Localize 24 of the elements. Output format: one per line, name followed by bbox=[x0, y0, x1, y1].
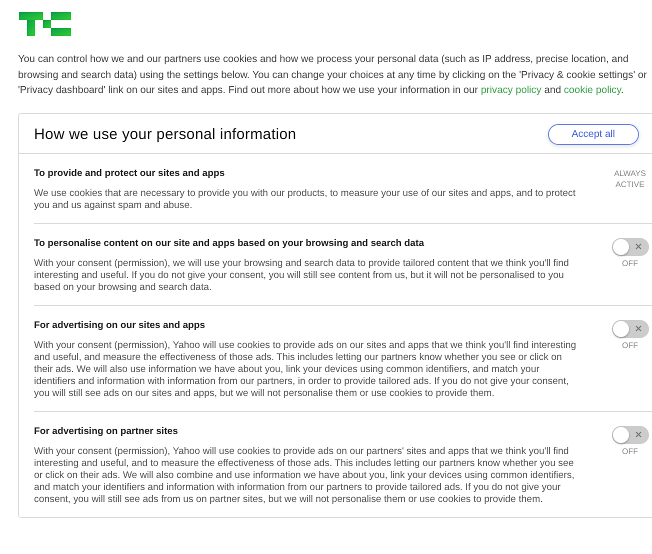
toggle-switch[interactable] bbox=[612, 320, 648, 338]
section-description: With your consent (permission), Yahoo will use cookies to provide ads on our partners' sites and apps that we think you'll find interesting and useful, and to measure the effectiveness of those ads. This includes letting our partners know whether you see or click on their ads. We will also combine and use information we have about you, link your devices using common identifiers, and match your identifiers and information with information from our partners to provide tailored ads. If you do not give your consent, you will still see ads from us on partner sites, but we will not personalise them or use cookies to provide them. bbox=[34, 446, 576, 506]
cross-icon bbox=[634, 324, 642, 332]
status-label: OFF bbox=[622, 258, 638, 268]
policy-link[interactable]: privacy policy bbox=[480, 85, 542, 96]
status-label: ALWAYS ACTIVE bbox=[613, 168, 647, 190]
cross-icon bbox=[634, 430, 642, 438]
status-label: OFF bbox=[622, 446, 638, 456]
cross-icon bbox=[634, 242, 642, 250]
section-title: To provide and protect our sites and apps bbox=[34, 168, 226, 178]
policy-link[interactable]: cookie policy bbox=[564, 85, 621, 96]
toggle-switch[interactable] bbox=[612, 426, 648, 444]
section-description: We use cookies that are necessary to provide you with our products, to measure your use of our sites and apps, and to protect you and us against spam and abuse. bbox=[34, 188, 577, 212]
section-title: To personalise content on our site and apps based on your browsing and search data bbox=[34, 238, 426, 248]
section-description: With your consent (permission), Yahoo will use cookies to provide ads on our sites and apps that we think you'll find interesting and useful, and measure the effectiveness of those ads. This includes letting our partners know whether you see or click on their ads. We will also use information we have about you, link your devices using common identifiers, and match your identifiers and information with information from our partners, in order to provide tailored ads. If you do not give your consent, you will still see ads on our sites and apps, but we will not personalise them or use cookies to provide them. bbox=[34, 340, 578, 400]
section-title: For advertising on our sites and apps bbox=[34, 320, 206, 330]
toggle-switch[interactable] bbox=[612, 238, 648, 256]
logo bbox=[19, 12, 71, 36]
section-title: For advertising on partner sites bbox=[34, 426, 179, 436]
accept-all-button[interactable]: Accept all bbox=[548, 124, 639, 144]
status-label: OFF bbox=[622, 340, 638, 350]
panel-title: How we use your personal information bbox=[34, 126, 296, 142]
section-description: With your consent (permission), we will use your browsing and search data to provide tailored content that we think you'll find interesting and useful. If you do not give your consent, you will still see content from us, but it will not be personalised to you based on your browsing and search data. bbox=[34, 258, 570, 294]
intro-paragraph: You can control how we and our partners use cookies and how we process your personal data (such as IP address, precise location, and browsing and search data) using the settings below. You can change your choices at any time by clicking on the 'Privacy & cookie settings' or 'Privacy dashboard' link on our sites and apps. Find out more about how we use your information in our privacy policy and cookie policy. bbox=[18, 53, 648, 98]
